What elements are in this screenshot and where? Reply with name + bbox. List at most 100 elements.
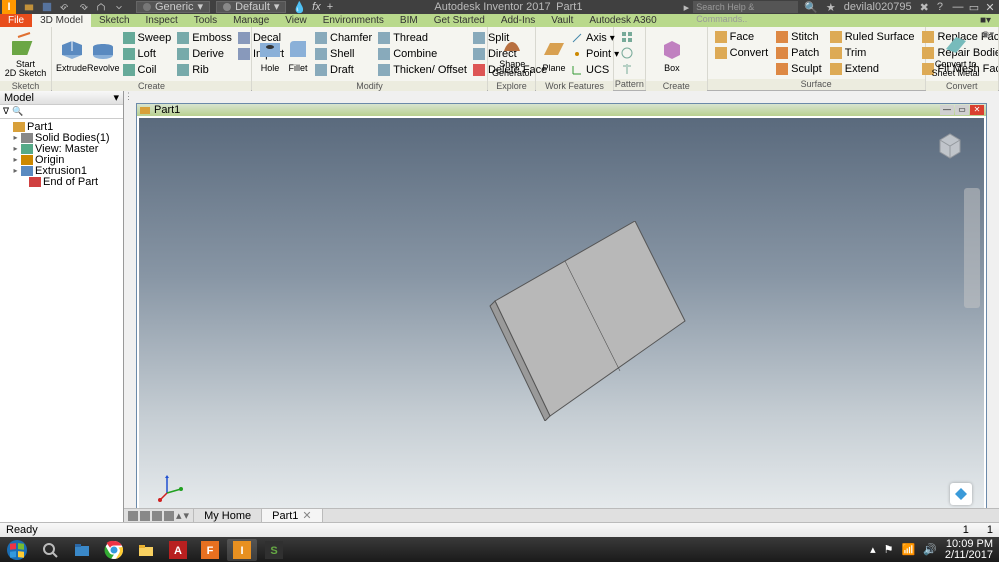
shape-generator-button[interactable]: Shape Generator [492,29,533,79]
tree-row[interactable]: ▸View: Master [2,143,121,154]
part-geometry[interactable] [460,221,690,421]
start-2d-sketch-button[interactable]: Start 2D Sketch [4,29,47,79]
task-magnifier[interactable] [35,539,65,561]
combine-button[interactable]: Combine [375,47,470,62]
tab-close-icon[interactable]: ✕ [302,509,311,522]
patch-button[interactable]: Patch [773,46,825,61]
box-freeform-button[interactable]: Box [650,29,694,79]
tab-addins[interactable]: Add-Ins [493,14,543,27]
redo-icon[interactable] [78,2,88,12]
shell-button[interactable]: Shell [312,47,375,62]
tree-expander[interactable]: ▸ [12,166,19,175]
start-button[interactable] [0,537,34,562]
task-explorer[interactable] [67,539,97,561]
derive-button[interactable]: Derive [174,47,235,62]
task-autocad[interactable]: A [163,539,193,561]
ruled-button[interactable]: Ruled Surface [827,30,918,45]
taskbar-clock[interactable]: 10:09 PM2/11/2017 [945,539,993,561]
tab-up-icon[interactable]: ▴ [176,509,182,522]
tray-volume-icon[interactable]: 🔊 [923,543,937,556]
viewcube[interactable] [934,128,966,160]
open-icon[interactable] [24,2,34,12]
thicken-button[interactable]: Thicken/ Offset [375,63,470,78]
tile-icon[interactable] [128,511,138,521]
task-sublime[interactable]: S [259,539,289,561]
tab-inspect[interactable]: Inspect [138,14,186,27]
fillet-button[interactable]: Fillet [284,29,312,79]
tree-row[interactable]: Part1 [2,121,121,132]
save-icon[interactable] [42,2,52,12]
filter-icon[interactable]: ∇ [3,106,9,117]
navigation-bar[interactable] [964,188,980,308]
tree-expander[interactable]: ▸ [12,144,19,153]
coil-button[interactable]: Coil [120,63,175,78]
tray-network-icon[interactable]: 📶 [901,543,915,556]
help-search-input[interactable]: Search Help & Commands.. [693,1,798,13]
minimize-button[interactable]: — [951,1,965,13]
tab-environments[interactable]: Environments [315,14,392,27]
tab-manage[interactable]: Manage [225,14,277,27]
tab-tools[interactable]: Tools [186,14,225,27]
cascade-icon[interactable] [164,511,174,521]
pattern-circ-button[interactable] [618,46,636,61]
convert-sheetmetal-button[interactable]: Convert to Sheet Metal [930,29,982,79]
task-inventor[interactable]: I [227,539,257,561]
favorite-icon[interactable]: ✖ [920,1,929,14]
face-button[interactable]: Face [712,30,772,45]
doc-tab-home[interactable]: My Home [194,509,262,522]
steering-wheel-icon[interactable] [950,483,972,505]
tree-row[interactable]: ▸Origin [2,154,121,165]
3d-viewport[interactable] [139,118,984,515]
find-icon[interactable]: 🔍 [12,106,23,117]
plane-button[interactable]: Plane [540,29,568,79]
draft-button[interactable]: Draft [312,63,375,78]
rib-button[interactable]: Rib [174,63,235,78]
stitch-button[interactable]: Stitch [773,30,825,45]
chamfer-button[interactable]: Chamfer [312,31,375,46]
revolve-button[interactable]: Revolve [87,29,120,79]
tree-row[interactable]: ▸Solid Bodies(1) [2,132,121,143]
fx-button[interactable]: fx [312,1,321,13]
tab-vault[interactable]: Vault [543,14,581,27]
tab-a360[interactable]: Autodesk A360 [581,14,664,27]
browser-header[interactable]: Model▾ [0,91,123,105]
task-folder[interactable] [131,539,161,561]
appearance-tools-icon[interactable]: 💧 [292,1,306,14]
search-icon[interactable]: 🔍 [804,1,818,14]
file-tab[interactable]: File [0,14,32,27]
thread-button[interactable]: Thread [375,31,470,46]
panel-expand-icon[interactable]: ◉▾ [982,29,994,40]
tray-flag-icon[interactable]: ⚑ [884,543,894,556]
doc-minimize-button[interactable]: — [940,105,954,115]
maximize-button[interactable]: ▭ [967,1,981,13]
browser-resize-grip[interactable]: ⋮ [124,91,130,103]
material-dropdown[interactable]: Generic▾ [136,1,210,13]
close-button[interactable]: ✕ [983,1,997,13]
undo-icon[interactable] [60,2,70,12]
doc-maximize-button[interactable]: ▭ [955,105,969,115]
model-tree[interactable]: Part1▸Solid Bodies(1)▸View: Master▸Origi… [0,119,123,522]
tab-3dmodel[interactable]: 3D Model [32,14,91,27]
tab-getstarted[interactable]: Get Started [426,14,493,27]
tab-sketch[interactable]: Sketch [91,14,138,27]
document-titlebar[interactable]: Part1 — ▭ ✕ [137,104,986,116]
tree-row[interactable]: End of Part [2,176,121,187]
trim-button[interactable]: Trim [827,46,918,61]
mirror-button[interactable] [618,62,636,77]
emboss-button[interactable]: Emboss [174,31,235,46]
sculpt-button[interactable]: Sculpt [773,62,825,77]
tab-down-icon[interactable]: ▾ [184,509,190,522]
tree-expander[interactable]: ▸ [12,133,19,142]
task-chrome[interactable] [99,539,129,561]
tab-view[interactable]: View [277,14,315,27]
tile-h-icon[interactable] [140,511,150,521]
tree-expander[interactable]: ▸ [12,155,19,164]
sweep-button[interactable]: Sweep [120,31,175,46]
qat-dropdown-icon[interactable] [114,2,124,12]
ribbon-options-icon[interactable]: ■▾ [972,14,999,27]
tree-row[interactable]: ▸Extrusion1 [2,165,121,176]
tile-v-icon[interactable] [152,511,162,521]
tab-bim[interactable]: BIM [392,14,426,27]
doc-close-button[interactable]: ✕ [970,105,984,115]
convert-button[interactable]: Convert [712,46,772,61]
